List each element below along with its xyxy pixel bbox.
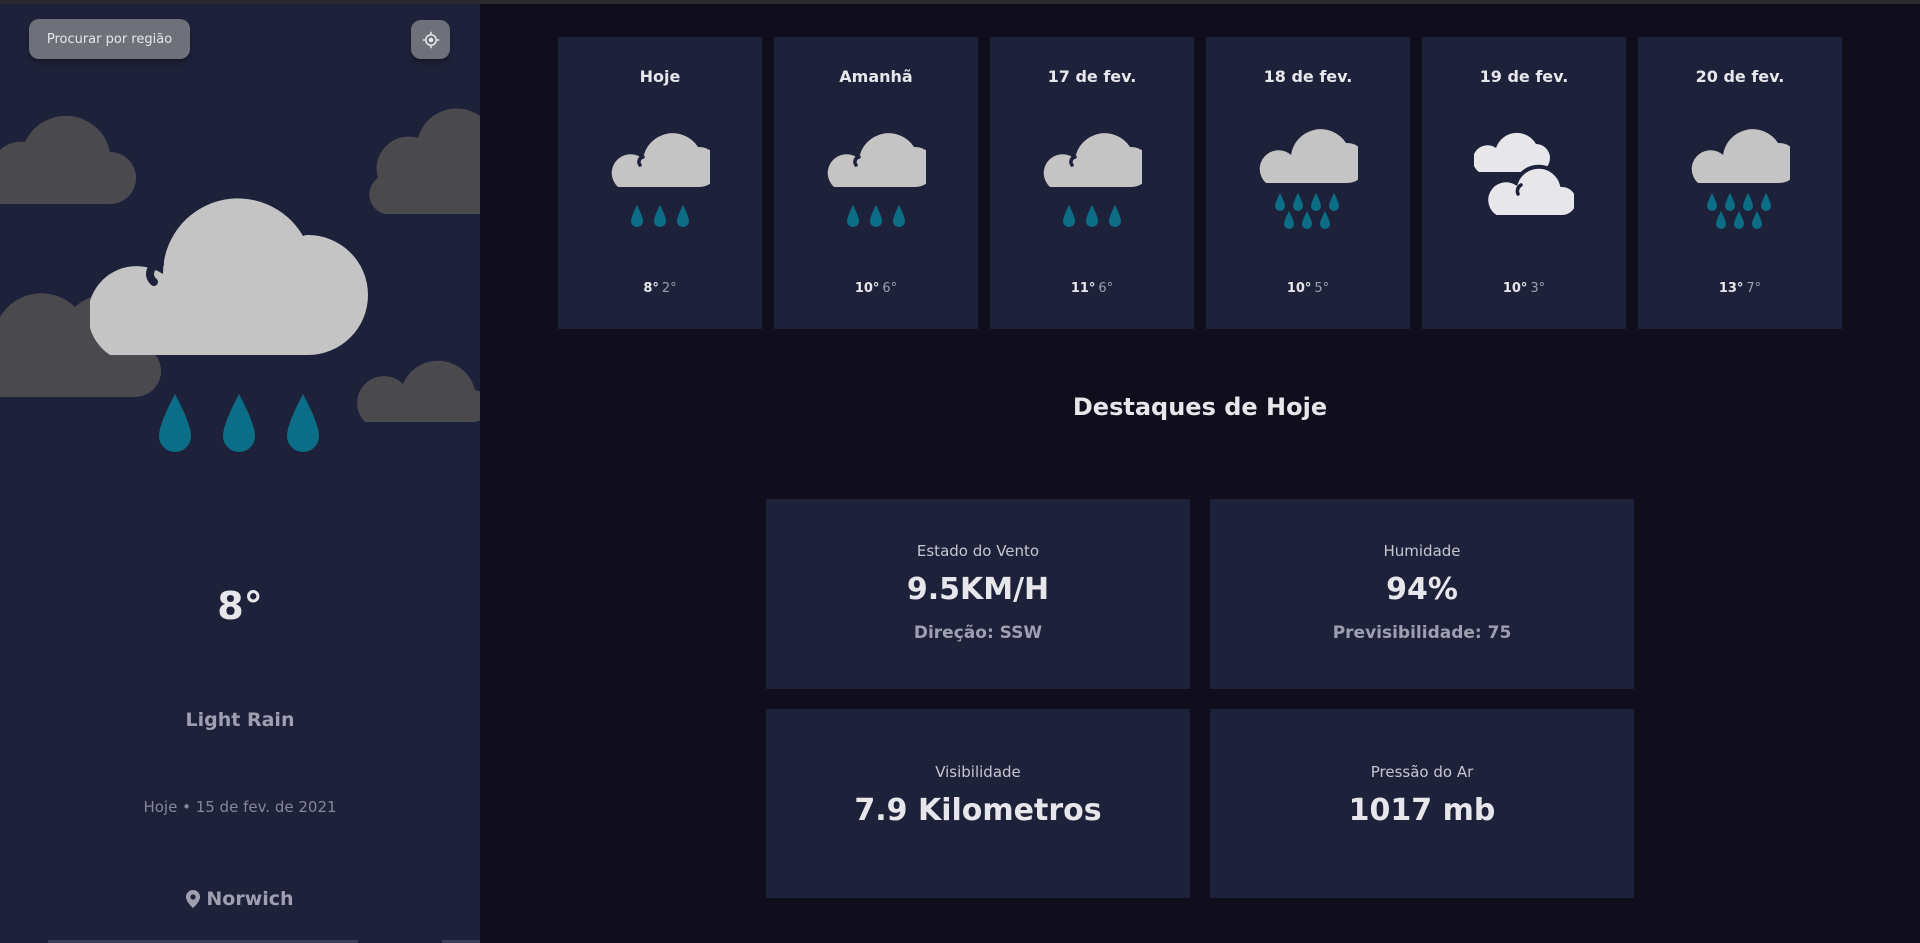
forecast-card: 17 de fev. 11° 6° [990,37,1194,329]
forecast-temps: 11° 6° [990,281,1194,296]
sidebar: Procurar por região 8° Light Rain Hoje •… [0,4,480,943]
forecast-day: 19 de fev. [1479,67,1569,86]
forecast-day: Hoje [639,67,681,86]
current-date: Hoje • 15 de fev. de 2021 [143,798,337,816]
forecast-day: Amanhã [839,67,913,86]
visibility-label: Visibilidade [935,763,1021,781]
forecast-card: 18 de fev. 10° 5° [1206,37,1410,329]
pressure-label: Pressão do Ar [1370,763,1474,781]
forecast-card: Amanhã 10° 6° [774,37,978,329]
forecast-card: 20 de fev. 13° 7° [1638,37,1842,329]
visibility-card: Visibilidade 7.9 Kilometros [766,709,1190,898]
humidity-card: Humidade 94% Previsibilidade: 75 [1210,499,1634,689]
heavy-rain-icon [1690,127,1790,237]
search-region-button[interactable]: Procurar por região [29,19,190,59]
wind-label: Estado do Vento [916,542,1040,560]
humidity-predictability: Previsibilidade: 75 [1332,623,1512,643]
visibility-value: 7.9 Kilometros [854,793,1102,828]
forecast-min-temp: 6° [1098,281,1114,296]
forecast-temps: 10° 5° [1206,281,1410,296]
forecast-temps: 8° 2° [558,281,762,296]
humidity-label: Humidade [1383,542,1461,560]
light-rain-icon [826,127,926,237]
locate-button[interactable] [411,20,450,59]
forecast-temps: 10° 6° [774,281,978,296]
crosshair-icon [422,31,439,48]
forecast-max-temp: 10° [854,281,880,296]
heavy-rain-icon [1258,127,1358,237]
forecast-max-temp: 13° [1718,281,1744,296]
weather-description: Light Rain [185,709,295,731]
forecast-min-temp: 6° [882,281,898,296]
forecast-min-temp: 2° [661,281,677,296]
current-temperature: 8° [217,584,263,628]
forecast-card: 19 de fev. 10° 3° [1422,37,1626,329]
wind-value: 9.5KM/H [906,572,1050,607]
light-rain-icon [610,127,710,237]
location-name: Norwich [206,888,294,910]
light-rain-icon [1042,127,1142,237]
forecast-day: 20 de fev. [1695,67,1785,86]
forecast-min-temp: 3° [1530,281,1546,296]
humidity-value: 94% [1386,572,1458,607]
forecast-temps: 10° 3° [1422,281,1626,296]
forecast-max-temp: 10° [1286,281,1312,296]
forecast-day: 17 de fev. [1047,67,1137,86]
forecast-max-temp: 10° [1502,281,1528,296]
wind-direction: Direção: SSW [913,623,1043,643]
air-pressure-card: Pressão do Ar 1017 mb [1210,709,1634,898]
highlights-title: Destaques de Hoje [1072,393,1328,421]
location: Norwich [0,888,480,910]
forecast-temps: 13° 7° [1638,281,1842,296]
heavy-cloud-icon [1474,127,1574,237]
forecast-day: 18 de fev. [1263,67,1353,86]
forecast-min-temp: 7° [1746,281,1762,296]
forecast-max-temp: 11° [1070,281,1096,296]
pressure-value: 1017 mb [1348,793,1496,828]
forecast-card: Hoje 8° 2° [558,37,762,329]
location-pin-icon [186,890,201,908]
forecast-max-temp: 8° [643,281,659,296]
light-rain-icon [90,198,368,452]
forecast-min-temp: 5° [1314,281,1330,296]
wind-status-card: Estado do Vento 9.5KM/H Direção: SSW [766,499,1190,689]
